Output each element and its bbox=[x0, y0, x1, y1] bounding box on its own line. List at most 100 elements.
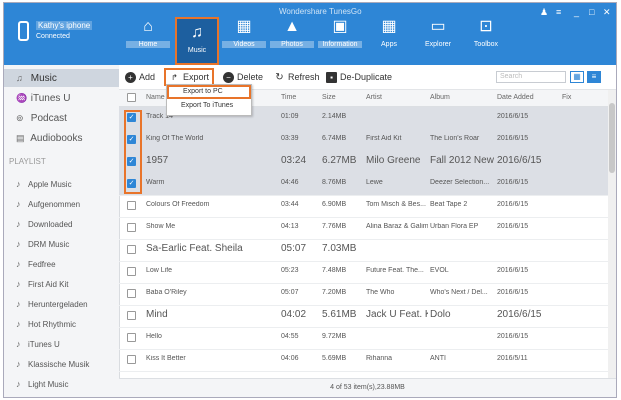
nav-label: Videos bbox=[222, 41, 266, 48]
col-name[interactable]: Name bbox=[146, 94, 165, 101]
table-row[interactable]: Kiss It Better 04:06 5.69MB Rihanna ANTI 2016… bbox=[119, 349, 608, 372]
row-checkbox[interactable] bbox=[127, 311, 136, 320]
plus-icon: + bbox=[125, 72, 136, 84]
add-button[interactable]: + Add bbox=[125, 70, 155, 84]
playlist-item[interactable]: ♪ Light Music bbox=[4, 375, 119, 393]
playlist-item[interactable]: ♪ Apple Music bbox=[4, 175, 119, 193]
cell-artist: Milo Greene bbox=[366, 155, 421, 166]
nav-apps[interactable]: ▦ Apps bbox=[367, 13, 411, 65]
col-album[interactable]: Album bbox=[430, 94, 450, 101]
search-input[interactable]: Search bbox=[496, 71, 566, 83]
cell-date: 2016/6/15 bbox=[497, 267, 529, 274]
nav-label: Toolbox bbox=[473, 41, 499, 48]
cell-album: EVOL bbox=[430, 267, 449, 274]
playlist-item[interactable]: ♪ Fedfree bbox=[4, 255, 119, 273]
cell-name: Warm bbox=[146, 179, 165, 186]
table-row[interactable]: Low Life 05:23 7.48MB Future Feat. The... EV… bbox=[119, 261, 608, 284]
cell-time: 01:09 bbox=[281, 113, 299, 120]
cell-size: 6.90MB bbox=[322, 201, 347, 208]
nav-home[interactable]: ⌂ Home bbox=[126, 13, 170, 65]
sidebar-item-music[interactable]: ♫ Music bbox=[4, 69, 119, 87]
row-checkbox[interactable] bbox=[127, 201, 136, 210]
scrollbar-thumb[interactable] bbox=[609, 103, 615, 173]
playlist-label: First Aid Kit bbox=[28, 280, 69, 289]
cell-time: 03:39 bbox=[281, 135, 299, 142]
cell-artist: Future Feat. The... bbox=[366, 267, 424, 274]
nav-videos[interactable]: ▦ Videos bbox=[222, 13, 266, 65]
menu-icon[interactable]: ≡ bbox=[556, 7, 561, 17]
table-row[interactable]: Hello 04:55 9.72MB 2016/6/15 bbox=[119, 327, 608, 350]
maximize-button[interactable]: □ bbox=[589, 7, 594, 17]
nav-toolbox[interactable]: ⊡ Toolbox bbox=[464, 13, 508, 65]
playlist-label: Aufgenommen bbox=[28, 200, 81, 209]
row-checkbox[interactable] bbox=[127, 223, 136, 232]
sidebar-item-podcast[interactable]: ⊚ Podcast bbox=[4, 109, 119, 127]
dedupe-label: De-Duplicate bbox=[340, 72, 393, 82]
toolbox-icon: ⊡ bbox=[479, 18, 493, 35]
col-time[interactable]: Time bbox=[281, 94, 296, 101]
playlist-icon: ♪ bbox=[16, 179, 21, 189]
playlist-item[interactable]: ♪ Klassische Musik bbox=[4, 355, 119, 373]
table-row[interactable]: Baba O'Riley 05:07 7.20MB The Who Who's Next… bbox=[119, 283, 608, 306]
col-size[interactable]: Size bbox=[322, 94, 336, 101]
dedupe-button[interactable]: ▪ De-Duplicate bbox=[326, 70, 392, 84]
playlist-item[interactable]: ♪ Hot Rhythmic bbox=[4, 315, 119, 333]
cell-album: ANTI bbox=[430, 355, 446, 362]
row-checkbox[interactable] bbox=[127, 245, 136, 254]
cell-time: 04:46 bbox=[281, 179, 299, 186]
table-row[interactable]: ✓ Warm 04:46 8.76MB Lewe Deezer Selection... 2… bbox=[119, 173, 608, 196]
user-icon[interactable]: ♟ bbox=[540, 7, 548, 18]
device-info[interactable]: Kathy's iphone Connected bbox=[14, 19, 104, 51]
nav-music[interactable]: ♫ Music bbox=[175, 17, 219, 65]
cell-date: 2016/6/15 bbox=[497, 333, 529, 340]
col-fix[interactable]: Fix bbox=[562, 94, 571, 101]
nav-information[interactable]: ▣ Information bbox=[318, 13, 362, 65]
playlist-item[interactable]: ♪ Aufgenommen bbox=[4, 195, 119, 213]
delete-button[interactable]: − Delete bbox=[223, 70, 263, 84]
row-checkbox[interactable] bbox=[127, 289, 136, 298]
row-checkbox[interactable] bbox=[127, 333, 136, 342]
table-row[interactable]: ✓ 1957 03:24 6.27MB Milo Greene Fall 2012 New… bbox=[119, 151, 608, 174]
playlist-item[interactable]: ♪ DRM Music bbox=[4, 235, 119, 253]
export-to-pc-option[interactable]: Export to PC bbox=[167, 85, 251, 99]
sidebar-item-itunes-u[interactable]: ♒ iTunes U bbox=[4, 89, 119, 107]
playlist-item[interactable]: ♪ Downloaded bbox=[4, 215, 119, 233]
cell-size: 2.14MB bbox=[322, 113, 347, 120]
nav-explorer[interactable]: ▭ Explorer bbox=[416, 13, 460, 65]
sidebar-item-label: Podcast bbox=[30, 113, 67, 124]
cell-size: 6.74MB bbox=[322, 135, 347, 142]
cell-size: 7.76MB bbox=[322, 223, 347, 230]
cell-album: Fall 2012 New M... bbox=[430, 155, 495, 166]
table-row[interactable]: Mind 04:02 5.61MB Jack U Feat. KaiDolo 2016/… bbox=[119, 305, 608, 328]
grid-view-button[interactable]: ▦ bbox=[570, 71, 584, 83]
table-row[interactable]: Show Me 04:13 7.76MB Alina Baraz & Galimati… bbox=[119, 217, 608, 240]
col-artist[interactable]: Artist bbox=[366, 94, 382, 101]
sidebar-item-audiobooks[interactable]: ▤ Audiobooks bbox=[4, 129, 119, 147]
select-all-checkbox[interactable] bbox=[127, 93, 136, 102]
row-checkbox[interactable] bbox=[127, 267, 136, 276]
export-arrow-icon: ↱ bbox=[171, 73, 178, 83]
export-menu: Export to PC Export To iTunes bbox=[166, 84, 252, 116]
nav-photos[interactable]: ▲ Photos bbox=[270, 13, 314, 65]
cell-time: 04:02 bbox=[281, 309, 307, 320]
col-date-added[interactable]: Date Added bbox=[497, 94, 534, 101]
cell-name: Show Me bbox=[146, 223, 176, 230]
list-view-button[interactable]: ≡ bbox=[587, 71, 601, 83]
selection-highlight bbox=[124, 110, 142, 194]
cell-name: Hello bbox=[146, 333, 162, 340]
playlist-item[interactable]: ♪ iTunes U bbox=[4, 335, 119, 353]
table-row[interactable]: ✓ King Of The World 03:39 6.74MB First Aid K… bbox=[119, 129, 608, 152]
playlist-icon: ♪ bbox=[16, 339, 21, 349]
minimize-button[interactable]: _ bbox=[574, 7, 579, 17]
refresh-label: Refresh bbox=[288, 72, 320, 82]
cell-album: The Lion's Roar bbox=[430, 135, 480, 142]
table-row[interactable]: Sa-Earlic Feat. Sheila 05:07 7.03MB bbox=[119, 239, 608, 262]
refresh-button[interactable]: ↻ Refresh bbox=[274, 70, 320, 84]
row-checkbox[interactable] bbox=[127, 355, 136, 364]
export-to-itunes-option[interactable]: Export To iTunes bbox=[167, 99, 251, 113]
playlist-item[interactable]: ♪ First Aid Kit bbox=[4, 275, 119, 293]
close-button[interactable]: ✕ bbox=[603, 7, 611, 18]
cell-album: Urban Flora EP bbox=[430, 223, 479, 230]
table-row[interactable]: Colours Of Freedom 03:44 6.90MB Tom Misch &… bbox=[119, 195, 608, 218]
playlist-item[interactable]: ♪ Heruntergeladen bbox=[4, 295, 119, 313]
